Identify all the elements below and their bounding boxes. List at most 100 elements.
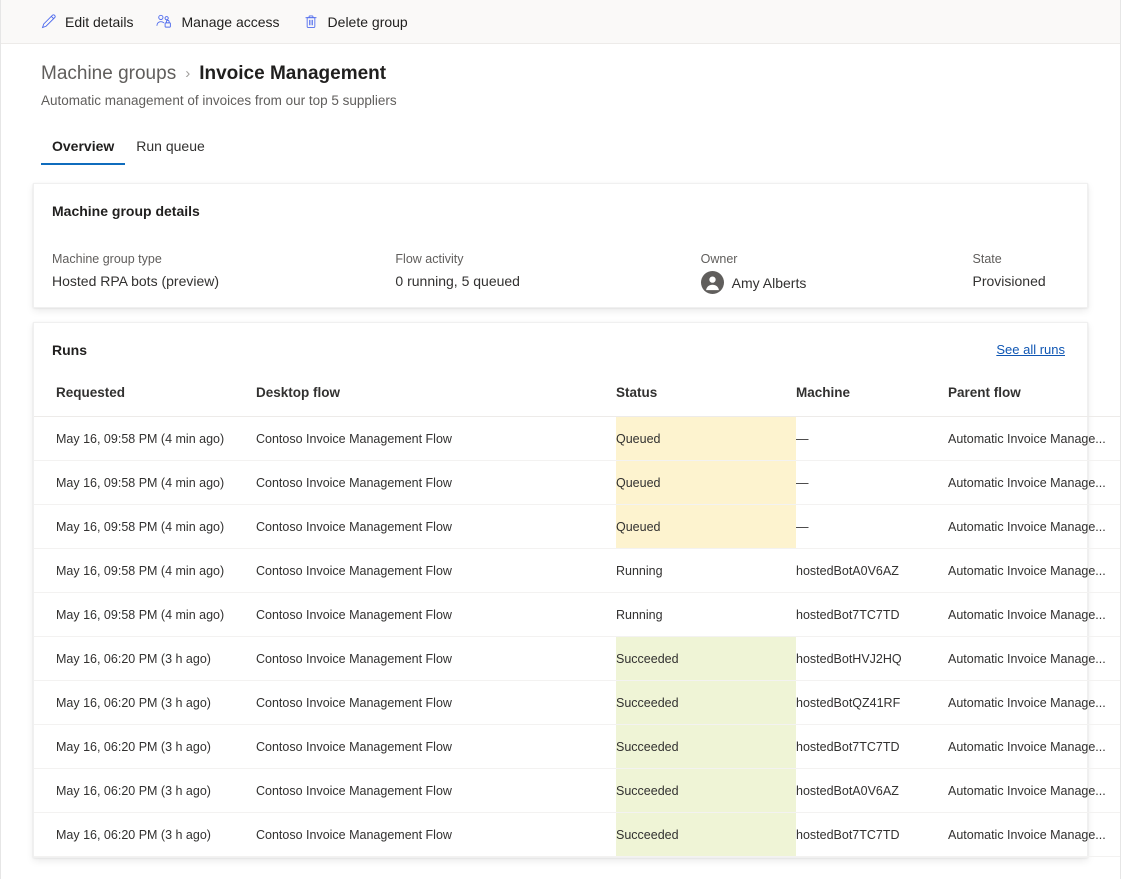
cell-requested: May 16, 06:20 PM (3 h ago) <box>34 813 256 857</box>
machine-group-details-card: Machine group details Machine group type… <box>33 183 1088 308</box>
table-row[interactable]: May 16, 06:20 PM (3 h ago)Contoso Invoic… <box>34 681 1121 725</box>
people-lock-icon <box>155 13 173 31</box>
cell-parent-flow: Automatic Invoice Manage... <box>948 505 1121 549</box>
cell-status: Running <box>616 593 796 637</box>
column-header-requested[interactable]: Requested <box>34 384 256 417</box>
edit-details-label: Edit details <box>65 14 133 30</box>
cell-parent-flow: Automatic Invoice Manage... <box>948 549 1121 593</box>
breadcrumb: Machine groups › Invoice Management <box>41 62 1088 86</box>
cell-requested: May 16, 09:58 PM (4 min ago) <box>34 593 256 637</box>
detail-value: Provisioned <box>973 271 1087 291</box>
cell-machine: — <box>796 417 948 461</box>
cell-status: Queued <box>616 461 796 505</box>
owner-line: Amy Alberts <box>701 271 973 294</box>
column-header-parent-flow[interactable]: Parent flow <box>948 384 1121 417</box>
cell-desktop-flow: Contoso Invoice Management Flow <box>256 813 616 857</box>
detail-owner: Owner Amy Alberts <box>701 251 973 294</box>
breadcrumb-parent-link[interactable]: Machine groups <box>41 62 176 86</box>
cell-requested: May 16, 09:58 PM (4 min ago) <box>34 417 256 461</box>
tab-list: Overview Run queue <box>1 131 1120 165</box>
see-all-runs-link[interactable]: See all runs <box>996 340 1065 360</box>
person-avatar-icon <box>701 271 724 294</box>
runs-table-head: Requested Desktop flow Status Machine Pa… <box>34 384 1121 417</box>
cell-status: Queued <box>616 417 796 461</box>
cell-status: Succeeded <box>616 769 796 813</box>
table-row[interactable]: May 16, 09:58 PM (4 min ago)Contoso Invo… <box>34 549 1121 593</box>
cell-status: Running <box>616 549 796 593</box>
cell-desktop-flow: Contoso Invoice Management Flow <box>256 505 616 549</box>
cell-parent-flow: Automatic Invoice Manage... <box>948 813 1121 857</box>
cell-desktop-flow: Contoso Invoice Management Flow <box>256 549 616 593</box>
table-row[interactable]: May 16, 09:58 PM (4 min ago)Contoso Invo… <box>34 417 1121 461</box>
cell-parent-flow: Automatic Invoice Manage... <box>948 593 1121 637</box>
command-bar: Edit details Manage access <box>1 0 1120 44</box>
cell-status: Queued <box>616 505 796 549</box>
cell-desktop-flow: Contoso Invoice Management Flow <box>256 769 616 813</box>
cell-machine: hostedBot7TC7TD <box>796 593 948 637</box>
page-subtitle: Automatic management of invoices from ou… <box>41 92 1088 110</box>
tab-overview[interactable]: Overview <box>41 136 125 165</box>
owner-name: Amy Alberts <box>732 273 807 293</box>
detail-machine-group-type: Machine group type Hosted RPA bots (prev… <box>52 251 395 294</box>
cell-requested: May 16, 09:58 PM (4 min ago) <box>34 505 256 549</box>
cell-requested: May 16, 06:20 PM (3 h ago) <box>34 681 256 725</box>
runs-card-header: Runs See all runs <box>34 323 1087 360</box>
manage-access-label: Manage access <box>181 14 279 30</box>
page-title: Invoice Management <box>199 62 386 86</box>
cell-requested: May 16, 06:20 PM (3 h ago) <box>34 725 256 769</box>
detail-label: Flow activity <box>395 251 700 268</box>
cell-parent-flow: Automatic Invoice Manage... <box>948 725 1121 769</box>
cell-requested: May 16, 06:20 PM (3 h ago) <box>34 637 256 681</box>
cell-desktop-flow: Contoso Invoice Management Flow <box>256 593 616 637</box>
cell-machine: hostedBotQZ41RF <box>796 681 948 725</box>
detail-value: 0 running, 5 queued <box>395 271 700 291</box>
cell-machine: hostedBotA0V6AZ <box>796 549 948 593</box>
cell-parent-flow: Automatic Invoice Manage... <box>948 769 1121 813</box>
cell-machine: — <box>796 461 948 505</box>
edit-details-button[interactable]: Edit details <box>33 6 143 38</box>
table-row[interactable]: May 16, 09:58 PM (4 min ago)Contoso Invo… <box>34 505 1121 549</box>
page-header: Machine groups › Invoice Management Auto… <box>1 44 1120 110</box>
details-grid: Machine group type Hosted RPA bots (prev… <box>34 221 1087 294</box>
table-row[interactable]: May 16, 09:58 PM (4 min ago)Contoso Invo… <box>34 593 1121 637</box>
detail-label: Owner <box>701 251 973 268</box>
table-row[interactable]: May 16, 06:20 PM (3 h ago)Contoso Invoic… <box>34 813 1121 857</box>
delete-group-button[interactable]: Delete group <box>296 6 418 38</box>
cell-machine: hostedBotA0V6AZ <box>796 769 948 813</box>
pencil-icon <box>39 13 57 31</box>
table-header-row: Requested Desktop flow Status Machine Pa… <box>34 384 1121 417</box>
cell-desktop-flow: Contoso Invoice Management Flow <box>256 681 616 725</box>
cell-status: Succeeded <box>616 725 796 769</box>
cell-parent-flow: Automatic Invoice Manage... <box>948 681 1121 725</box>
column-header-desktop-flow[interactable]: Desktop flow <box>256 384 616 417</box>
detail-state: State Provisioned <box>973 251 1087 294</box>
cell-requested: May 16, 09:58 PM (4 min ago) <box>34 461 256 505</box>
cell-requested: May 16, 06:20 PM (3 h ago) <box>34 769 256 813</box>
runs-card: Runs See all runs Requested Desktop flow… <box>33 322 1088 858</box>
column-header-machine[interactable]: Machine <box>796 384 948 417</box>
cell-requested: May 16, 09:58 PM (4 min ago) <box>34 549 256 593</box>
manage-access-button[interactable]: Manage access <box>149 6 289 38</box>
cell-machine: hostedBotHVJ2HQ <box>796 637 948 681</box>
table-row[interactable]: May 16, 06:20 PM (3 h ago)Contoso Invoic… <box>34 637 1121 681</box>
cell-parent-flow: Automatic Invoice Manage... <box>948 461 1121 505</box>
table-row[interactable]: May 16, 09:58 PM (4 min ago)Contoso Invo… <box>34 461 1121 505</box>
page-content: Machine group details Machine group type… <box>1 165 1120 858</box>
breadcrumb-separator-icon: › <box>185 62 190 86</box>
runs-table: Requested Desktop flow Status Machine Pa… <box>34 384 1121 857</box>
column-header-status[interactable]: Status <box>616 384 796 417</box>
cell-desktop-flow: Contoso Invoice Management Flow <box>256 637 616 681</box>
cell-status: Succeeded <box>616 637 796 681</box>
cell-machine: hostedBot7TC7TD <box>796 725 948 769</box>
cell-parent-flow: Automatic Invoice Manage... <box>948 637 1121 681</box>
detail-value: Hosted RPA bots (preview) <box>52 271 395 291</box>
delete-group-label: Delete group <box>328 14 408 30</box>
table-row[interactable]: May 16, 06:20 PM (3 h ago)Contoso Invoic… <box>34 725 1121 769</box>
cell-status: Succeeded <box>616 813 796 857</box>
table-row[interactable]: May 16, 06:20 PM (3 h ago)Contoso Invoic… <box>34 769 1121 813</box>
machine-group-page: Edit details Manage access <box>0 0 1121 879</box>
trash-icon <box>302 13 320 31</box>
detail-label: Machine group type <box>52 251 395 268</box>
cell-status: Succeeded <box>616 681 796 725</box>
tab-run-queue[interactable]: Run queue <box>125 136 216 165</box>
